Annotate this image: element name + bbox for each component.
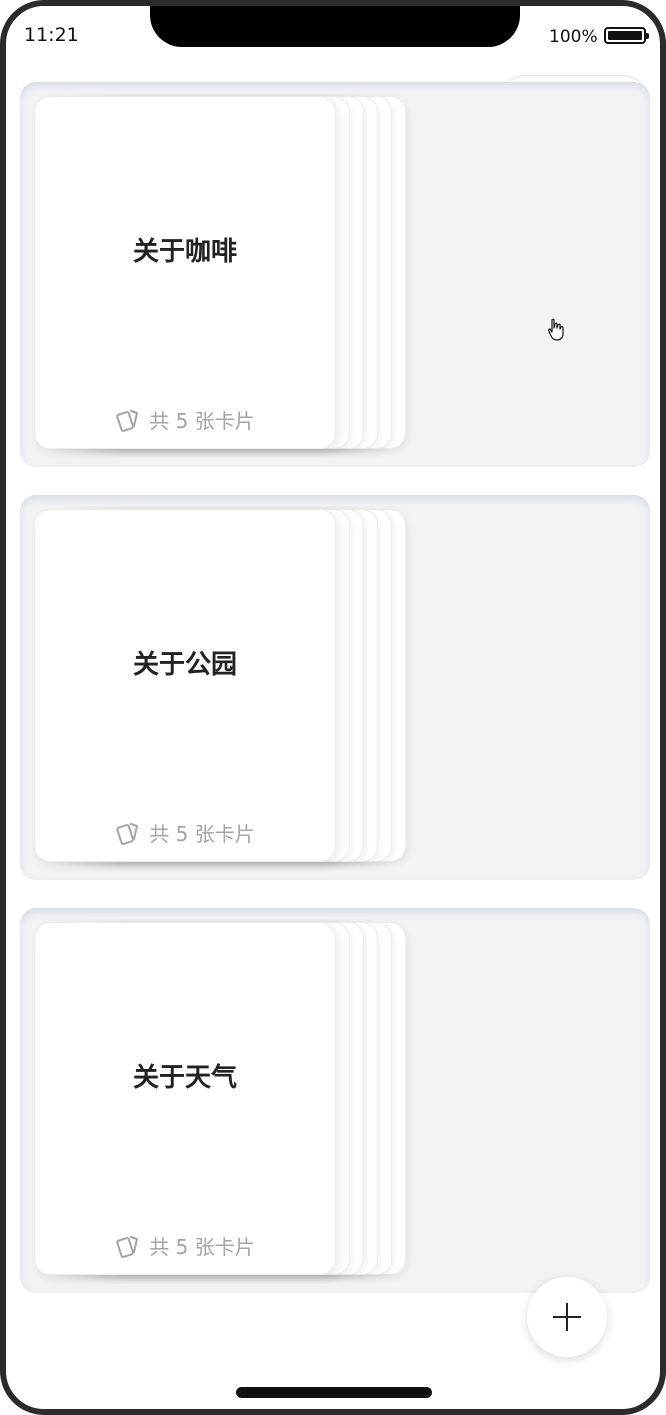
deck-count-label: 共 5 张卡片 (149, 822, 255, 846)
cards-icon (116, 409, 139, 432)
deck-panel[interactable]: 关于公园 共 5 张卡片 (20, 495, 650, 880)
hand-cursor-icon (547, 318, 564, 341)
notch (150, 6, 520, 47)
add-deck-button[interactable] (527, 1277, 607, 1357)
status-time: 11:21 (24, 24, 79, 46)
cards-icon (116, 1235, 139, 1258)
deck-count: 共 5 张卡片 (35, 1231, 335, 1260)
deck-title: 关于公园 (132, 650, 237, 680)
deck-title: 关于咖啡 (132, 237, 237, 267)
deck-panel[interactable]: 关于咖啡 共 5 张卡片 (20, 82, 650, 467)
battery-fill (608, 31, 642, 40)
cards-icon (116, 822, 139, 845)
phone-frame: 11:21 100% 关于咖啡 共 5 张卡片 关于公园 共 5 张卡片 关于天… (0, 0, 666, 1415)
battery-percent: 100% (549, 27, 598, 47)
deck-count-label: 共 5 张卡片 (149, 1235, 255, 1259)
deck-panel[interactable]: 关于天气 共 5 张卡片 (20, 908, 650, 1293)
deck-count: 共 5 张卡片 (35, 405, 335, 434)
deck-title: 关于天气 (132, 1063, 237, 1093)
deck-front-card[interactable]: 关于公园 共 5 张卡片 (34, 509, 336, 862)
deck-count-label: 共 5 张卡片 (149, 409, 255, 433)
deck-front-card[interactable]: 关于天气 共 5 张卡片 (34, 922, 336, 1275)
deck-front-card[interactable]: 关于咖啡 共 5 张卡片 (34, 96, 336, 449)
battery-icon (604, 27, 649, 44)
home-indicator (236, 1387, 432, 1398)
deck-count: 共 5 张卡片 (35, 818, 335, 847)
